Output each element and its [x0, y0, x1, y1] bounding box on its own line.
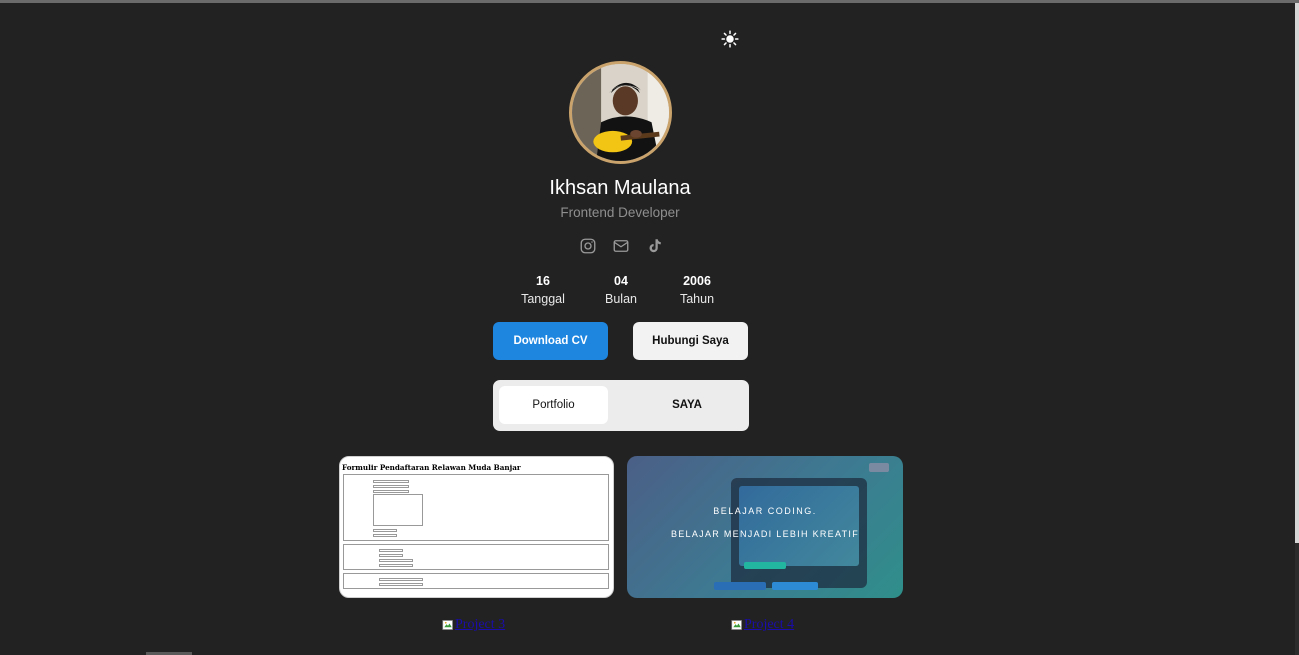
project-preview-heading: BELAJAR CODING.	[713, 506, 817, 516]
stat-tanggal: 16 Tanggal	[512, 273, 574, 308]
instagram-icon	[580, 238, 596, 254]
profile-role: Frontend Developer	[560, 205, 680, 220]
scrollbar-thumb[interactable]	[1295, 3, 1299, 543]
stat-label: Tahun	[679, 292, 715, 306]
stat-value: 16	[536, 274, 550, 288]
project-preview-title: Formulir Pendaftaran Relawan Muda Banjar	[342, 463, 521, 472]
project-4-link[interactable]: Project 4	[731, 617, 794, 633]
section-tabs: Portfolio SAYA	[493, 380, 749, 431]
broken-image-icon	[442, 620, 453, 630]
theme-toggle-button[interactable]	[719, 28, 741, 50]
profile-name: Ikhsan Maulana	[549, 177, 691, 199]
preview-button	[772, 582, 818, 590]
broken-image-icon	[731, 620, 742, 630]
stat-label: Tanggal	[521, 292, 565, 306]
preview-corner-button	[869, 463, 889, 472]
project-4-link-text: Project 4	[744, 617, 795, 632]
project-preview-subheading: BELAJAR MENJADI LEBIH KREATIF	[670, 529, 860, 539]
stat-label: Bulan	[605, 292, 637, 306]
project-3-link[interactable]: Project 3	[442, 617, 505, 633]
laptop-screen	[739, 486, 859, 566]
tiktok-icon	[649, 239, 661, 253]
stat-value: 04	[614, 274, 628, 288]
preview-cta	[744, 562, 786, 569]
stat-value: 2006	[683, 274, 711, 288]
social-links	[577, 236, 667, 256]
preview-fieldset	[343, 573, 609, 589]
avatar	[569, 61, 672, 164]
preview-fieldset	[343, 474, 609, 541]
tab-saya[interactable]: SAYA	[631, 386, 743, 424]
tab-portfolio[interactable]: Portfolio	[499, 386, 608, 424]
stat-bulan: 04 Bulan	[598, 273, 644, 308]
project-card-4[interactable]: BELAJAR CODING. BELAJAR MENJADI LEBIH KR…	[627, 456, 903, 598]
mail-icon	[613, 240, 629, 252]
contact-button[interactable]: Hubungi Saya	[633, 322, 748, 360]
stat-tahun: 2006 Tahun	[673, 273, 721, 308]
browser-top-edge	[0, 0, 1299, 3]
preview-button	[714, 582, 766, 590]
sun-icon	[721, 30, 739, 48]
email-link[interactable]	[610, 236, 632, 256]
preview-fieldset	[343, 544, 609, 570]
project-card-3[interactable]: Formulir Pendaftaran Relawan Muda Banjar	[339, 456, 614, 598]
project-3-link-text: Project 3	[455, 617, 506, 632]
profile-photo	[572, 64, 669, 161]
instagram-link[interactable]	[577, 236, 599, 256]
download-cv-button[interactable]: Download CV	[493, 322, 608, 360]
tiktok-link[interactable]	[643, 236, 665, 256]
